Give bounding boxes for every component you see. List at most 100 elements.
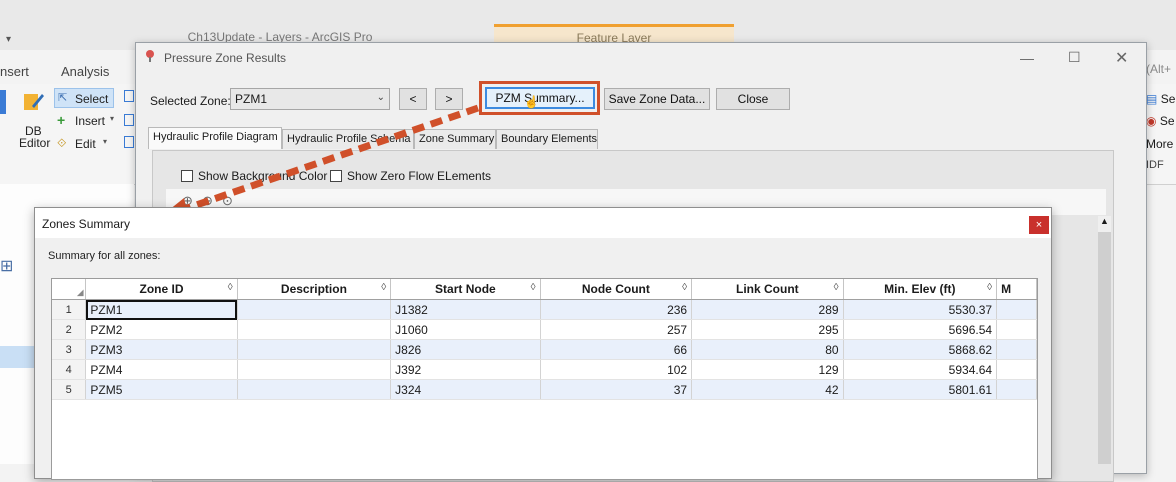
- zones-summary-close-button[interactable]: ×: [1029, 216, 1049, 234]
- node-count-cell[interactable]: 37: [540, 379, 693, 400]
- edit-tools-icon[interactable]: [124, 114, 134, 126]
- column-start-node[interactable]: Start Node ◊: [390, 279, 541, 300]
- pressure-zone-icon: [144, 49, 156, 63]
- truncated-cell[interactable]: [996, 379, 1037, 400]
- link-count-cell[interactable]: 295: [691, 319, 844, 340]
- min-elev-cell[interactable]: 5868.62: [843, 339, 998, 360]
- row-number[interactable]: 5: [52, 379, 87, 400]
- insert-button[interactable]: Insert: [75, 114, 105, 128]
- link-count-cell[interactable]: 42: [691, 379, 844, 400]
- node-count-cell[interactable]: 102: [540, 359, 693, 380]
- min-elev-cell[interactable]: 5801.61: [843, 379, 998, 400]
- insert-dropdown-icon[interactable]: ▾: [110, 114, 114, 123]
- search-hint: (Alt+: [1146, 62, 1172, 76]
- select-label: Select: [75, 92, 109, 106]
- truncated-cell[interactable]: [996, 339, 1037, 360]
- description-cell[interactable]: [237, 379, 392, 400]
- description-cell[interactable]: [237, 359, 392, 380]
- node-count-cell[interactable]: 236: [540, 299, 693, 320]
- zone-id-cell[interactable]: PZM4: [85, 359, 238, 380]
- zones-summary-dialog: Zones Summary × Summary for all zones: ◢…: [34, 207, 1052, 480]
- minimize-icon[interactable]: —: [1020, 50, 1034, 66]
- mouse-cursor-icon: ☝: [524, 95, 539, 109]
- truncated-cell[interactable]: [996, 299, 1037, 320]
- right-select-button-1[interactable]: ▤ Se: [1146, 92, 1175, 106]
- node-count-cell[interactable]: 66: [540, 339, 693, 360]
- table-row[interactable]: 2 PZM2 J1060 257 295 5696.54: [52, 319, 1037, 340]
- min-elev-cell[interactable]: 5696.54: [843, 319, 998, 340]
- attributes-icon[interactable]: [124, 90, 134, 102]
- column-link-count[interactable]: Link Count ◊: [691, 279, 844, 300]
- close-button[interactable]: Close: [716, 88, 790, 110]
- row-number[interactable]: 4: [52, 359, 87, 380]
- column-truncated[interactable]: M: [996, 279, 1037, 300]
- column-description[interactable]: Description ◊: [237, 279, 392, 300]
- diagram-scrollbar[interactable]: [1098, 232, 1111, 464]
- start-node-cell[interactable]: J1382: [390, 299, 541, 320]
- tab-analysis[interactable]: Analysis: [61, 64, 109, 79]
- zone-id-cell[interactable]: PZM3: [85, 339, 238, 360]
- zones-summary-titlebar: [35, 208, 1051, 238]
- table-row[interactable]: 4 PZM4 J392 102 129 5934.64: [52, 359, 1037, 380]
- start-node-cell[interactable]: J1060: [390, 319, 541, 340]
- maximize-icon[interactable]: ☐: [1068, 49, 1081, 66]
- quick-access-chevron-icon[interactable]: ▾: [6, 34, 11, 45]
- link-count-cell[interactable]: 80: [691, 339, 844, 360]
- row-number[interactable]: 3: [52, 339, 87, 360]
- start-node-cell[interactable]: J392: [390, 359, 541, 380]
- select-by-attr-icon: ▤: [1146, 92, 1158, 106]
- select-all-icon: ◢: [77, 288, 84, 297]
- sort-icon: ◊: [987, 282, 993, 293]
- column-description-label: Description: [280, 282, 347, 296]
- insert-plus-icon: +: [57, 112, 66, 128]
- table-row[interactable]: 1 PZM1 J1382 236 289 5530.37: [52, 299, 1037, 320]
- zone-id-cell[interactable]: PZM1: [85, 299, 238, 320]
- table-row[interactable]: 5 PZM5 J324 37 42 5801.61: [52, 379, 1037, 400]
- truncated-cell[interactable]: [996, 359, 1037, 380]
- select-by-location-icon: ◉: [1146, 114, 1157, 128]
- column-zone-id[interactable]: Zone ID ◊: [85, 279, 238, 300]
- close-icon[interactable]: ✕: [1115, 48, 1128, 68]
- edit-dropdown-icon[interactable]: ▾: [103, 137, 107, 146]
- node-count-cell[interactable]: 257: [540, 319, 693, 340]
- row-number[interactable]: 1: [52, 299, 87, 320]
- sort-icon: ◊: [682, 282, 688, 293]
- select-cursor-icon: ⇱: [58, 92, 68, 104]
- tab-insert[interactable]: nsert: [0, 64, 29, 79]
- description-cell[interactable]: [237, 339, 392, 360]
- save-zone-data-button[interactable]: Save Zone Data...: [604, 88, 710, 110]
- start-node-cell[interactable]: J324: [390, 379, 541, 400]
- zone-id-cell[interactable]: PZM2: [85, 319, 238, 340]
- db-editor-label-2[interactable]: Editor: [19, 136, 50, 150]
- min-elev-cell[interactable]: 5934.64: [843, 359, 998, 380]
- edit-button[interactable]: Edit: [75, 137, 96, 151]
- scroll-up-icon[interactable]: ▲: [1098, 216, 1111, 232]
- start-node-cell[interactable]: J826: [390, 339, 541, 360]
- column-node-count[interactable]: Node Count ◊: [540, 279, 693, 300]
- edit-icon: ⟐: [57, 136, 67, 150]
- zone-id-cell[interactable]: PZM5: [85, 379, 238, 400]
- table-add-icon[interactable]: ⊞: [0, 256, 18, 275]
- more-button[interactable]: More: [1146, 137, 1173, 151]
- db-editor-icon: [22, 90, 44, 112]
- row-number[interactable]: 2: [52, 319, 87, 340]
- column-node-count-label: Node Count: [581, 282, 650, 296]
- column-min-elev[interactable]: Min. Elev (ft) ◊: [843, 279, 998, 300]
- tab-boundary-elements[interactable]: Boundary Elements: [496, 129, 598, 149]
- validate-icon[interactable]: [124, 136, 134, 148]
- right-select-button-2[interactable]: ◉ Se: [1146, 114, 1175, 128]
- annotation-arrow-line: [174, 104, 480, 216]
- sort-icon: ◊: [530, 282, 536, 293]
- table-row[interactable]: 3 PZM3 J826 66 80 5868.62: [52, 339, 1037, 360]
- link-count-cell[interactable]: 289: [691, 299, 844, 320]
- column-zone-id-label: Zone ID: [139, 282, 184, 296]
- grid-corner[interactable]: ◢: [52, 279, 87, 300]
- link-count-cell[interactable]: 129: [691, 359, 844, 380]
- summary-caption: Summary for all zones:: [48, 250, 161, 262]
- column-min-elev-label: Min. Elev (ft): [884, 282, 956, 296]
- min-elev-cell[interactable]: 5530.37: [843, 299, 998, 320]
- truncated-cell[interactable]: [996, 319, 1037, 340]
- description-cell[interactable]: [237, 319, 392, 340]
- description-cell[interactable]: [237, 299, 392, 320]
- select-button[interactable]: ⇱ Select: [54, 88, 114, 108]
